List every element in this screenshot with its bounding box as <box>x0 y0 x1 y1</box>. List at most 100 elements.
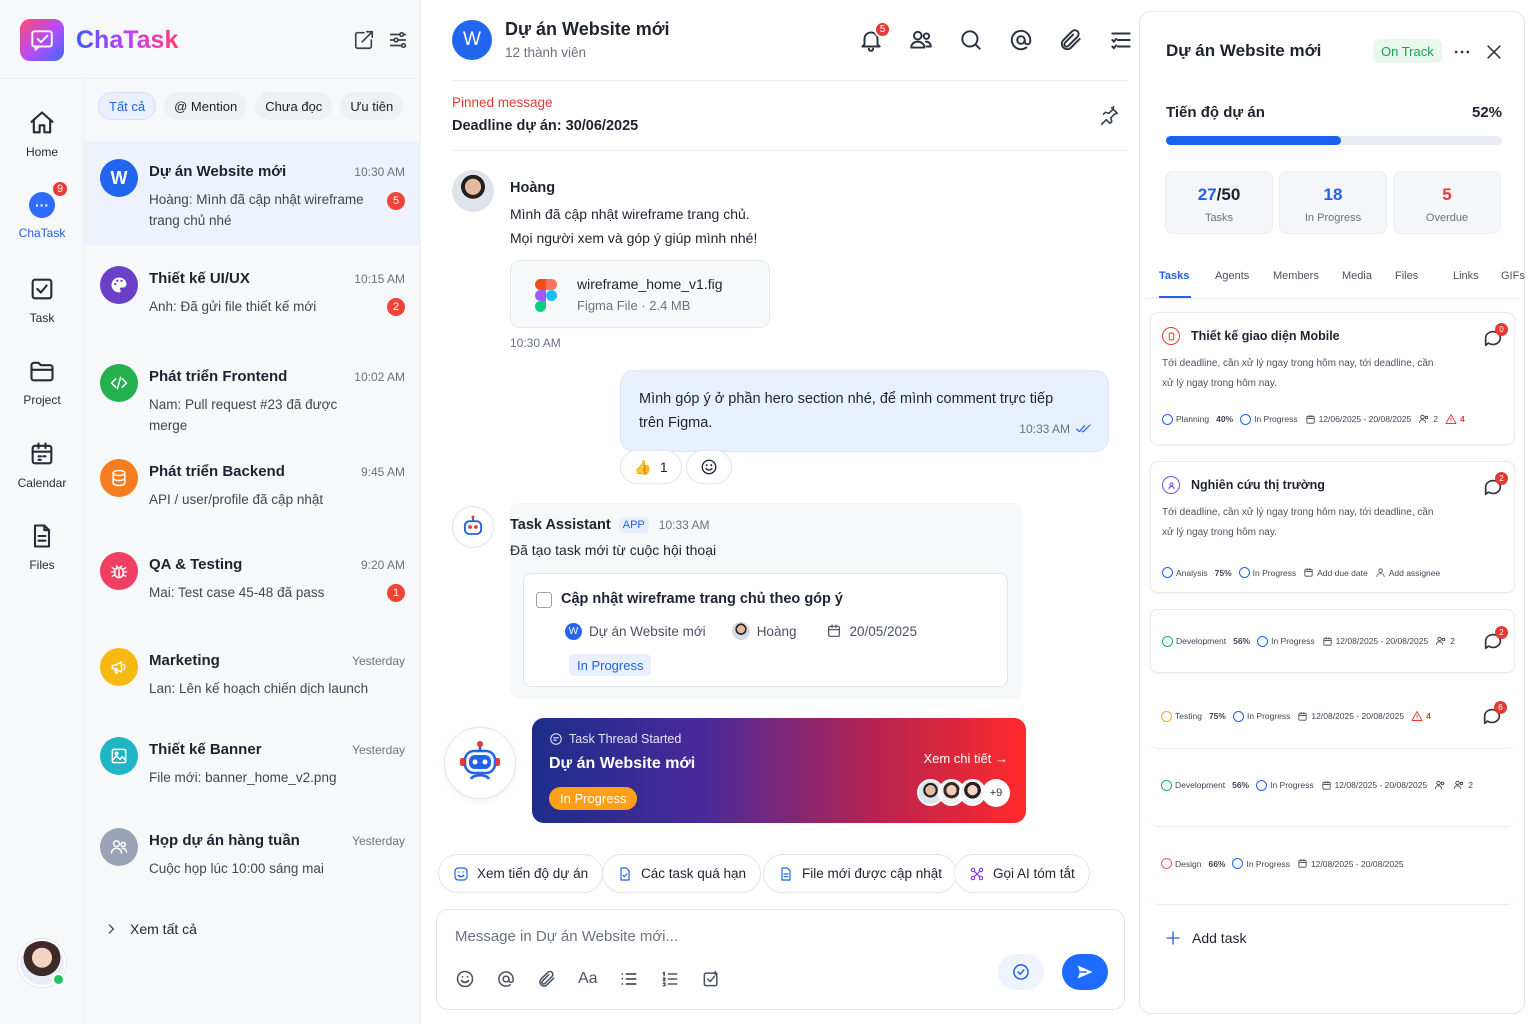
task-card[interactable]: Nghiên cứu thị trường Tới deadline, cần … <box>1150 461 1515 593</box>
conversation-item[interactable]: Thiết kế Banner Yesterday File mới: bann… <box>84 719 421 823</box>
task-category: Design <box>1175 858 1202 869</box>
stat-overdue[interactable]: 5 Overdue <box>1393 171 1501 234</box>
more-options-icon[interactable] <box>1452 42 1472 62</box>
message-time: 10:30 AM <box>510 336 561 350</box>
conversation-avatar: W <box>100 159 138 197</box>
conversation-item[interactable]: W Dự án Website mới 10:30 AM Hoàng: Mình… <box>84 141 421 245</box>
numbered-list-icon[interactable] <box>660 968 701 990</box>
message-input[interactable] <box>455 928 955 945</box>
megaphone-icon <box>100 648 138 686</box>
task-card[interactable]: Design 66% In Progress 12/08/2025 - 20/0… <box>1150 831 1515 905</box>
bullet-list-icon[interactable] <box>619 968 660 990</box>
reaction-thumbs-up[interactable]: 👍 1 <box>620 450 682 484</box>
rail-item-chatask[interactable]: ··· 9 ChaTask <box>0 180 84 240</box>
rail-label: Project <box>23 393 61 407</box>
quick-action-ai-summary[interactable]: Gọi AI tóm tắt <box>954 854 1090 893</box>
tab-media[interactable]: Media <box>1342 270 1395 296</box>
code-icon <box>100 364 138 402</box>
stat-tasks[interactable]: 27/50 Tasks <box>1165 171 1273 234</box>
close-icon[interactable] <box>1484 42 1504 62</box>
status-icon <box>1256 779 1268 791</box>
tab-gifs[interactable]: GIFs <box>1501 270 1531 296</box>
tab-tasks[interactable]: Tasks <box>1159 270 1215 296</box>
conversation-item[interactable]: Thiết kế UI/UX 10:15 AM Anh: Đã gửi file… <box>84 248 421 352</box>
calendar-icon <box>1322 636 1332 646</box>
status-icon <box>1240 413 1252 425</box>
tab-members[interactable]: Members <box>1273 270 1342 296</box>
conversation-item[interactable]: Họp dự án hàng tuần Yesterday Cuộc họp l… <box>84 810 421 914</box>
rail-item-calendar[interactable]: Calendar <box>0 440 84 490</box>
task-card[interactable]: Thiết kế giao diện Mobile Tới deadline, … <box>1150 312 1515 445</box>
text-format-icon[interactable]: Aa <box>578 968 619 990</box>
search-icon[interactable] <box>946 27 996 53</box>
quick-action-progress[interactable]: Xem tiến độ dự án <box>438 854 604 893</box>
app-root: ChaTask Home ··· 9 ChaTask Task Project … <box>0 0 1536 1024</box>
warning-icon <box>1445 414 1457 424</box>
file-attachment[interactable]: wireframe_home_v1.fig Figma File · 2.4 M… <box>510 260 770 328</box>
add-due-date[interactable]: Add due date <box>1317 568 1368 578</box>
assistant-avatar[interactable] <box>452 506 494 548</box>
send-button[interactable] <box>1062 954 1108 990</box>
mobile-icon <box>1162 327 1180 345</box>
created-task-card[interactable]: Cập nhật wireframe trang chủ theo góp ý … <box>523 573 1008 687</box>
emoji-icon[interactable] <box>455 968 496 990</box>
compose-icon[interactable] <box>353 29 375 51</box>
filter-priority[interactable]: Ưu tiên <box>340 92 404 120</box>
sender-avatar[interactable] <box>452 170 494 212</box>
rail-item-home[interactable]: Home <box>0 109 84 159</box>
unread-badge: 5 <box>387 192 405 210</box>
tab-links[interactable]: Links <box>1453 270 1501 296</box>
task-card[interactable]: Development 56% In Progress 12/08/2025 -… <box>1150 753 1515 827</box>
task-card-title: Thiết kế giao diện Mobile <box>1191 329 1340 343</box>
task-category: Planning <box>1176 414 1210 424</box>
see-all-link[interactable]: Xem tất cả <box>104 921 197 937</box>
conversation-title: Thiết kế UI/UX <box>149 270 250 287</box>
task-category: Testing <box>1175 711 1202 721</box>
development-icon <box>1162 635 1173 647</box>
document-check-icon <box>617 866 633 882</box>
conversation-filters: Tất cả @ Mention Chưa đọc Ưu tiên <box>98 92 404 120</box>
conversation-item[interactable]: Phát triển Frontend 10:02 AM Nam: Pull r… <box>84 346 421 450</box>
plus-icon <box>1164 929 1182 947</box>
assistant-message-card: Task Assistant APP 10:33 AM Đã tạo task … <box>510 503 1023 699</box>
attach-icon[interactable] <box>537 968 578 990</box>
conversation-item[interactable]: QA & Testing 9:20 AM Mai: Test case 45-4… <box>84 534 421 638</box>
tab-agents[interactable]: Agents <box>1215 270 1273 296</box>
chat-members-count: 12 thành viên <box>505 45 587 60</box>
filter-all[interactable]: Tất cả <box>98 92 157 120</box>
filter-unread[interactable]: Chưa đọc <box>255 92 333 120</box>
conversation-item[interactable]: Phát triển Backend 9:45 AM API / user/pr… <box>84 441 421 545</box>
create-task-icon[interactable] <box>701 968 742 990</box>
task-card[interactable]: Development 56% In Progress 12/08/2025 -… <box>1150 609 1515 673</box>
bell-icon[interactable]: 5 <box>846 21 896 53</box>
add-task-button[interactable]: Add task <box>1164 929 1246 947</box>
mention-icon[interactable] <box>496 968 537 990</box>
add-reaction-button[interactable] <box>686 450 732 484</box>
task-checkbox[interactable] <box>536 592 552 608</box>
task-card[interactable]: Testing 75% In Progress 12/08/2025 - 20/… <box>1150 685 1515 749</box>
quick-action-overdue[interactable]: Các task quá hạn <box>602 854 762 893</box>
file-meta: Figma File · 2.4 MB <box>577 298 691 313</box>
rail-item-project[interactable]: Project <box>0 357 84 407</box>
quick-action-files[interactable]: File mới được cập nhật <box>763 854 958 893</box>
rail-item-files[interactable]: Files <box>0 522 84 572</box>
pinned-message[interactable]: Pinned message Deadline dự án: 30/06/202… <box>452 95 638 134</box>
rail-item-task[interactable]: Task <box>0 275 84 325</box>
paperclip-icon[interactable] <box>1046 27 1096 53</box>
members-icon[interactable] <box>896 27 946 53</box>
own-message-bubble[interactable]: Mình góp ý ở phần hero section nhé, để m… <box>620 370 1109 452</box>
filter-mention[interactable]: @ Mention <box>164 92 248 120</box>
task-category: Analysis <box>1176 567 1208 578</box>
view-details-link[interactable]: Xem chi tiết → <box>923 751 1008 766</box>
stat-in-progress[interactable]: 18 In Progress <box>1279 171 1387 234</box>
smart-task-button[interactable] <box>998 954 1044 990</box>
pin-icon[interactable] <box>1098 105 1120 127</box>
task-people: 2 <box>1450 636 1455 646</box>
thread-started-card[interactable]: Task Thread Started Dự án Website mới In… <box>532 718 1026 823</box>
add-assignee[interactable]: Add assignee <box>1389 568 1441 578</box>
comment-count: 2 <box>1495 472 1508 485</box>
tab-files[interactable]: Files <box>1395 270 1453 296</box>
filter-sliders-icon[interactable] <box>387 29 409 51</box>
mention-icon[interactable] <box>996 27 1046 53</box>
task-percent: 75% <box>1214 567 1232 578</box>
